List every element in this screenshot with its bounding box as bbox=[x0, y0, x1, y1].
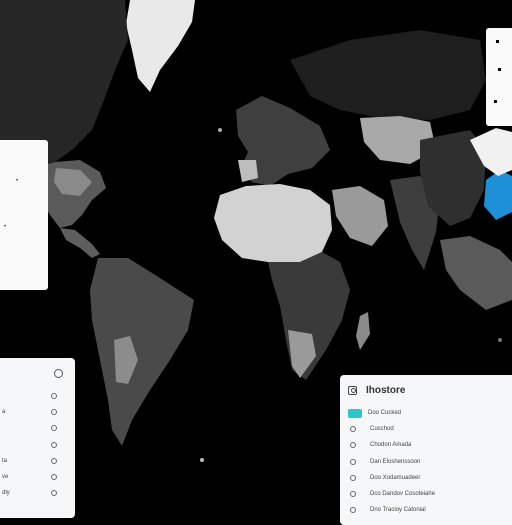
list-item[interactable]: ve bbox=[0, 469, 75, 485]
legend-title: Ihostore bbox=[366, 384, 406, 396]
land-islands bbox=[200, 458, 204, 462]
list-item[interactable]: dly bbox=[0, 485, 75, 501]
list-item[interactable]: a bbox=[0, 404, 75, 420]
edge-glyph: • bbox=[4, 224, 7, 230]
land-islands bbox=[498, 338, 502, 342]
legend-item[interactable]: Dco Dandov Cosoteiahe bbox=[340, 486, 512, 502]
pin-icon bbox=[494, 100, 497, 103]
legend-header: Ihostore bbox=[340, 375, 512, 405]
list-item[interactable] bbox=[0, 437, 75, 453]
edge-glyph: • bbox=[16, 178, 19, 184]
legend-item[interactable]: Doo Cucked bbox=[340, 405, 512, 421]
radio-icon[interactable] bbox=[51, 393, 57, 400]
radio-icon[interactable] bbox=[350, 442, 356, 449]
radio-icon[interactable] bbox=[350, 426, 356, 433]
radio-icon[interactable] bbox=[350, 507, 356, 514]
list-item-label: dly bbox=[2, 490, 10, 497]
list-item-label: ve bbox=[2, 474, 9, 481]
top-right-panel bbox=[486, 28, 512, 126]
list-item-label: ta bbox=[2, 457, 8, 464]
pin-icon bbox=[498, 68, 501, 71]
land-islands bbox=[218, 128, 222, 132]
radio-icon[interactable] bbox=[51, 425, 57, 432]
legend-panel: Ihostore Doo Cucked Cuschod Chodon Amada… bbox=[340, 375, 512, 525]
settings-icon[interactable] bbox=[54, 368, 63, 378]
legend-item-label: Doo Xodamuadeer bbox=[370, 474, 421, 481]
list-item[interactable] bbox=[0, 388, 75, 404]
radio-icon[interactable] bbox=[51, 441, 57, 448]
legend-item[interactable]: Dan Eloshenssoon bbox=[340, 454, 512, 470]
list-item[interactable]: ta bbox=[0, 453, 75, 469]
radio-icon[interactable] bbox=[350, 491, 356, 498]
radio-icon[interactable] bbox=[350, 458, 356, 465]
radio-icon[interactable] bbox=[51, 474, 57, 481]
legend-item[interactable]: Dno Tracioy Catonial bbox=[340, 502, 512, 518]
side-list-header bbox=[0, 358, 75, 388]
list-item-label: a bbox=[2, 409, 6, 416]
legend-item[interactable]: Cuschod bbox=[340, 421, 512, 437]
legend-item-label: Cuschod bbox=[370, 426, 394, 433]
legend-item[interactable]: Doo Xodamuadeer bbox=[340, 470, 512, 486]
radio-icon[interactable] bbox=[350, 474, 356, 481]
radio-icon[interactable] bbox=[51, 457, 57, 464]
legend-item-label: Chodon Amada bbox=[370, 442, 412, 449]
radio-icon[interactable] bbox=[51, 409, 57, 416]
list-item[interactable] bbox=[0, 420, 75, 436]
legend-item[interactable]: Chodon Amada bbox=[340, 437, 512, 453]
layers-icon[interactable] bbox=[348, 385, 357, 395]
left-edge-panel: • • bbox=[0, 140, 48, 290]
legend-item-label: Dno Tracioy Catonial bbox=[370, 507, 426, 514]
color-swatch-icon bbox=[348, 408, 362, 418]
legend-item-label: Dan Eloshenssoon bbox=[370, 458, 421, 465]
legend-item-label: Dco Dandov Cosoteiahe bbox=[370, 491, 436, 498]
side-list-panel: a ta ve dly bbox=[0, 358, 75, 518]
pin-icon bbox=[496, 40, 499, 43]
legend-item-label: Doo Cucked bbox=[368, 410, 402, 417]
radio-icon[interactable] bbox=[51, 490, 57, 497]
